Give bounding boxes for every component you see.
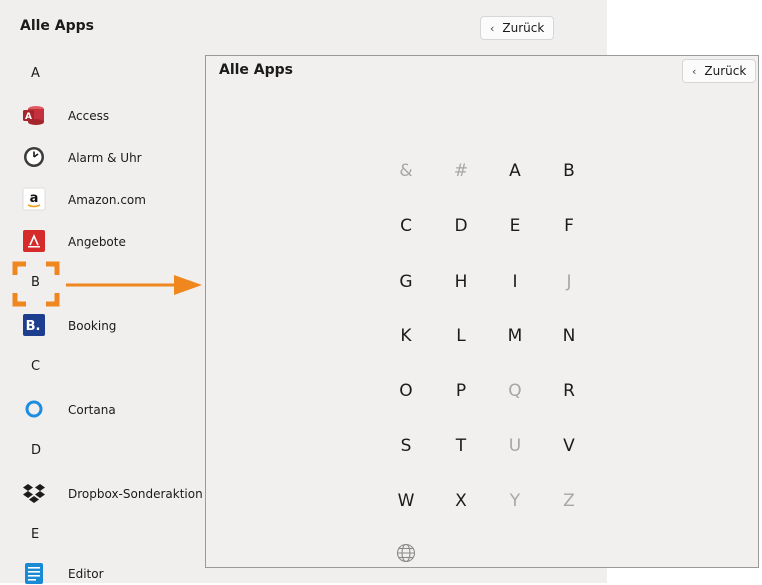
letter-jump-l[interactable]: L	[441, 326, 481, 346]
app-label-dropbox[interactable]: Dropbox-Sonderaktion	[68, 487, 203, 501]
letter-jump-f[interactable]: F	[549, 216, 589, 236]
letter-jump-m[interactable]: M	[495, 326, 535, 346]
letter-jump-ampersand: &	[399, 161, 413, 181]
letter-jump-s[interactable]: S	[386, 436, 426, 456]
app-label-editor[interactable]: Editor	[68, 567, 104, 581]
letter-jump-c[interactable]: C	[386, 216, 426, 236]
back-button[interactable]: ‹ Zurück	[682, 59, 757, 83]
letter-jump-x[interactable]: X	[441, 491, 481, 511]
alarm-clock-icon	[22, 145, 46, 169]
svg-text:A: A	[25, 112, 32, 122]
app-label-alarm[interactable]: Alarm & Uhr	[68, 151, 142, 165]
amazon-icon: a	[22, 187, 46, 211]
cortana-icon	[22, 397, 46, 421]
back-button[interactable]: ‹ Zurück	[480, 16, 555, 40]
letter-jump-u: U	[508, 436, 522, 456]
letter-jump-o[interactable]: O	[386, 381, 426, 401]
svg-text:B.: B.	[26, 319, 41, 334]
letter-jump-p[interactable]: P	[441, 381, 481, 401]
app-label-access[interactable]: Access	[68, 109, 109, 123]
chevron-left-icon: ‹	[692, 64, 697, 78]
letter-jump-a[interactable]: A	[495, 161, 535, 181]
letter-header-c[interactable]: C	[31, 359, 40, 374]
letter-jump-z: Z	[563, 491, 575, 511]
alphabet-jump-panel: Alle Apps ‹ Zurück & # A B C D E F G H I J K L M N O P Q R S…	[205, 55, 759, 568]
letter-jump-i[interactable]: I	[495, 272, 535, 292]
letter-jump-w[interactable]: W	[386, 491, 426, 511]
booking-icon: B.	[22, 313, 46, 337]
back-button-label: Zurück	[502, 21, 545, 35]
letter-jump-t[interactable]: T	[441, 436, 481, 456]
page-title: Alle Apps	[219, 62, 294, 78]
letter-jump-d[interactable]: D	[441, 216, 481, 236]
globe-icon	[386, 543, 426, 568]
letter-jump-r[interactable]: R	[549, 381, 589, 401]
app-label-cortana[interactable]: Cortana	[68, 403, 116, 417]
letter-header-e[interactable]: E	[31, 527, 39, 542]
arrow-right-icon	[66, 275, 202, 295]
offers-icon	[22, 229, 46, 253]
letter-jump-n[interactable]: N	[549, 326, 589, 346]
letter-jump-g[interactable]: G	[386, 272, 426, 292]
access-icon: A	[22, 103, 46, 127]
chevron-left-icon: ‹	[490, 21, 495, 35]
app-label-angebote[interactable]: Angebote	[68, 235, 126, 249]
app-label-amazon[interactable]: Amazon.com	[68, 193, 146, 207]
highlight-frame	[12, 261, 60, 307]
letter-jump-j: J	[566, 272, 572, 292]
letter-header-d[interactable]: D	[31, 443, 41, 458]
notepad-icon	[22, 561, 46, 585]
letter-jump-y: Y	[509, 491, 521, 511]
letter-jump-v[interactable]: V	[549, 436, 589, 456]
letter-jump-h[interactable]: H	[441, 272, 481, 292]
dropbox-icon	[22, 481, 46, 505]
letter-jump-q: Q	[508, 381, 522, 401]
letter-jump-k[interactable]: K	[386, 326, 426, 346]
back-button-label: Zurück	[704, 64, 747, 78]
page-title: Alle Apps	[20, 18, 95, 34]
letter-jump-e[interactable]: E	[495, 216, 535, 236]
letter-jump-b[interactable]: B	[549, 161, 589, 181]
app-label-booking[interactable]: Booking	[68, 319, 116, 333]
svg-text:a: a	[30, 191, 39, 206]
letter-header-a[interactable]: A	[31, 66, 40, 81]
letter-jump-hash: #	[453, 161, 469, 181]
